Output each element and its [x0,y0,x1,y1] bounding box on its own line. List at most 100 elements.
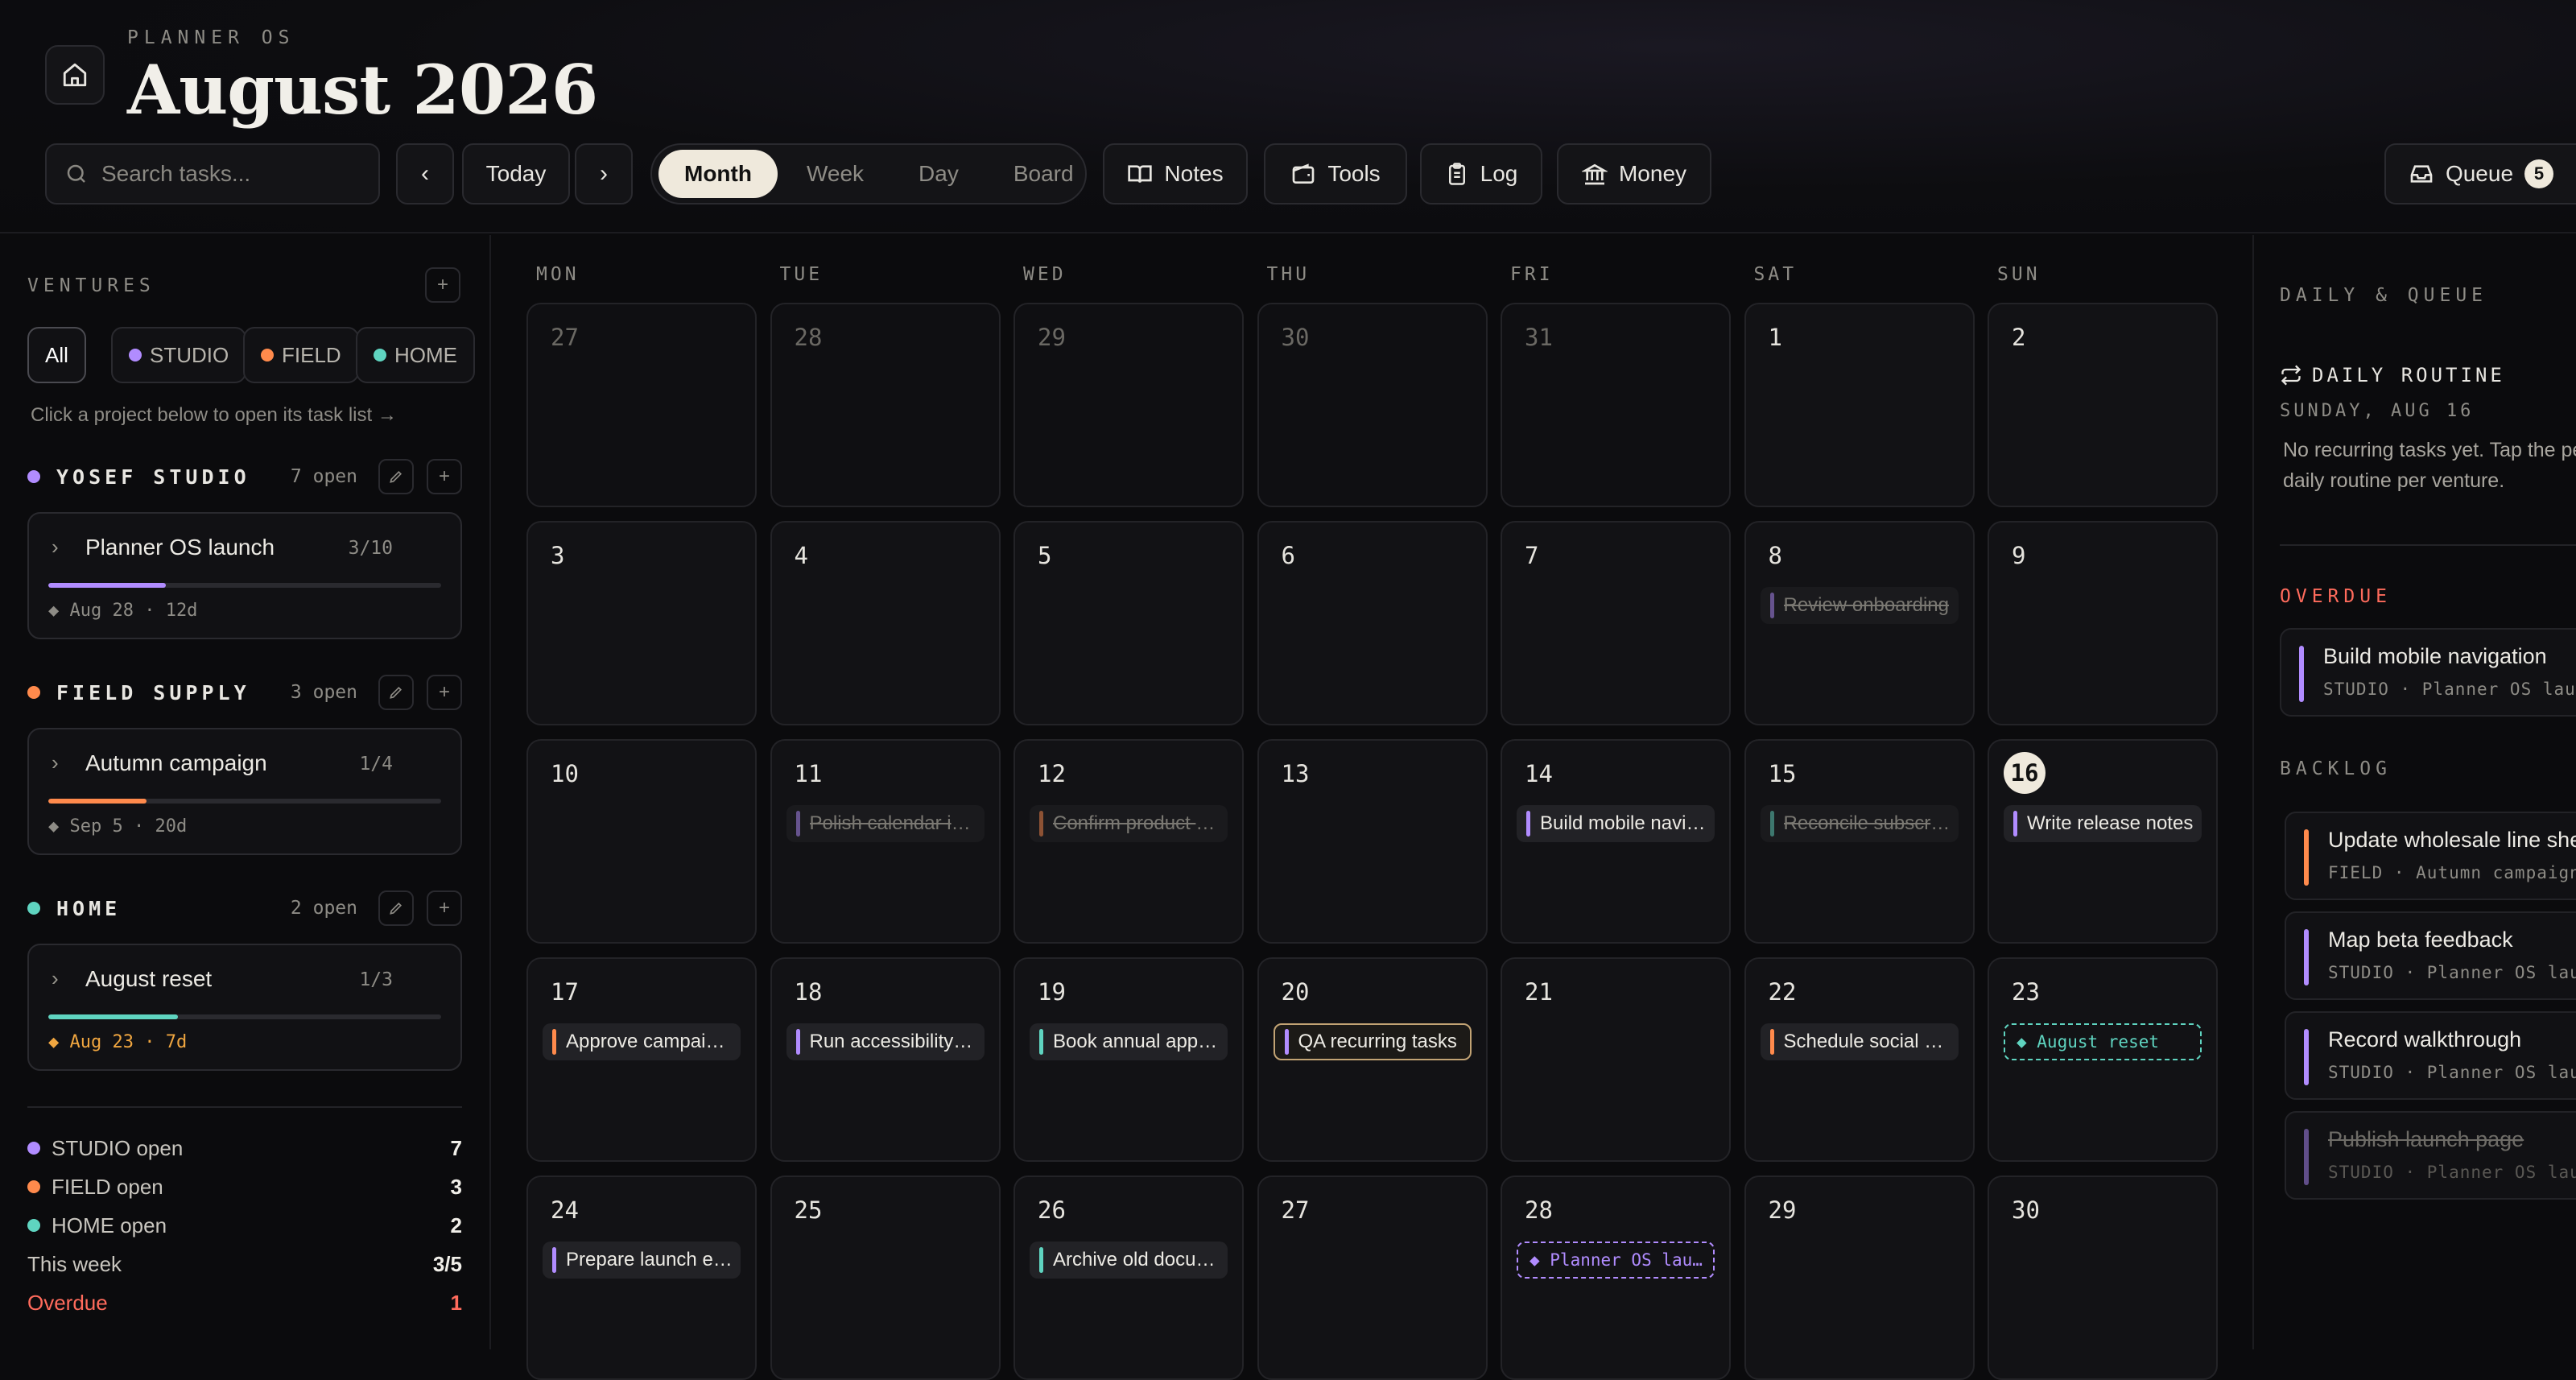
stat-row: FIELD open 3 [27,1171,462,1203]
chevron-left-icon: ‹ [421,160,429,187]
calendar-day-cell[interactable]: 2 [1988,303,2218,507]
queue-task-title: Record walkthrough [2328,1027,2522,1052]
queue-task-card[interactable]: Publish launch page STUDIO · Planner OS l… [2285,1111,2576,1200]
calendar-day-cell[interactable]: 1 [1744,303,1975,507]
view-tab-day[interactable]: Day [893,150,985,198]
calendar-day-cell[interactable]: 21 [1501,957,1731,1162]
add-project-button[interactable]: + [427,459,462,494]
add-venture-button[interactable]: + [425,267,460,303]
queue-task-project: STUDIO · Planner OS launch [2323,680,2576,699]
calendar-day-cell[interactable]: 28 [770,303,1001,507]
tools-button[interactable]: Tools [1264,143,1407,205]
venture-color-bar [1039,1247,1043,1273]
inbox-icon [2410,165,2433,183]
calendar-day-cell[interactable]: 31 [1501,303,1731,507]
calendar-day-cell[interactable]: 4 [770,521,1001,725]
calendar-day-cell[interactable]: 7 [1501,521,1731,725]
task-chip[interactable]: Archive old documents [1030,1242,1228,1279]
filter-pill-studio[interactable]: STUDIO [111,327,247,383]
search-input[interactable] [101,161,359,187]
date-number: 27 [551,324,579,351]
calendar-day-cell[interactable]: 12 Confirm product photos [1013,739,1244,944]
edit-venture-button[interactable] [378,675,414,710]
calendar-day-cell[interactable]: 8 Review onboarding [1744,521,1975,725]
calendar-day-cell[interactable]: 17 Approve campaign brief [526,957,757,1162]
calendar-day-cell[interactable]: 16 Write release notes [1988,739,2218,944]
date-number: 30 [2012,1196,2040,1224]
calendar-day-cell[interactable]: 10 [526,739,757,944]
task-chip[interactable]: Review onboarding [1760,587,1959,624]
search-box[interactable] [45,143,380,205]
calendar-day-cell[interactable]: 20 QA recurring tasks [1257,957,1488,1162]
edit-venture-button[interactable] [378,890,414,926]
milestone-chip[interactable]: ◆ Planner OS launch [1517,1242,1715,1279]
queue-task-card[interactable]: Record walkthrough STUDIO · Planner OS la… [2285,1011,2576,1100]
venture-group-header[interactable]: HOME 2 open + [27,890,462,926]
add-project-button[interactable]: + [427,675,462,710]
task-chip[interactable]: Confirm product photos [1030,805,1228,842]
calendar-day-cell[interactable]: 14 Build mobile navigation [1501,739,1731,944]
calendar-day-cell[interactable]: 6 [1257,521,1488,725]
money-button[interactable]: Money [1557,143,1711,205]
calendar-day-cell[interactable]: 23 ◆ August reset [1988,957,2218,1162]
date-number: 15 [1768,760,1797,787]
book-icon [1128,165,1153,183]
calendar-day-cell[interactable]: 9 [1988,521,2218,725]
date-number: 8 [1768,542,1782,569]
add-project-button[interactable]: + [427,890,462,926]
calendar-day-cell[interactable]: 13 [1257,739,1488,944]
home-button[interactable] [45,45,105,105]
project-card[interactable]: › Planner OS launch 3/10 ◆ Aug 28 · 12d [27,512,462,639]
notes-button[interactable]: Notes [1103,143,1248,205]
prev-month-button[interactable]: ‹ [396,143,454,205]
milestone-chip[interactable]: ◆ August reset [2004,1023,2202,1060]
calendar-day-cell[interactable]: 18 Run accessibility audit [770,957,1001,1162]
daily-routine-label: DAILY ROUTINE [2312,364,2505,386]
date-number: 12 [1038,760,1066,787]
venture-color-bar [795,811,800,837]
filter-pill-home[interactable]: HOME [356,327,475,383]
venture-group-header[interactable]: FIELD SUPPLY 3 open + [27,675,462,710]
chevron-right-icon: › [52,966,59,990]
task-chip[interactable]: Reconcile subscriptions [1760,805,1959,842]
task-chip[interactable]: Write release notes [2004,805,2202,842]
view-tab-board[interactable]: Board [988,150,1100,198]
stat-label: STUDIO open [52,1135,184,1160]
top-header: PLANNER OS August 2026 ‹ Today › MonthWe… [0,0,2576,233]
date-number: 2 [2012,324,2026,351]
calendar-day-cell[interactable]: 19 Book annual appointment [1013,957,1244,1162]
view-tab-month[interactable]: Month [658,150,778,198]
calendar-day-cell[interactable]: 11 Polish calendar interactions [770,739,1001,944]
task-chip[interactable]: Build mobile navigation [1517,805,1715,842]
edit-venture-button[interactable] [378,459,414,494]
venture-color-bar [1284,1029,1289,1055]
log-button[interactable]: Log [1420,143,1542,205]
task-chip[interactable]: Book annual appointment [1030,1023,1228,1060]
task-chip[interactable]: Polish calendar interactions [786,805,985,842]
task-chip[interactable]: Approve campaign brief [543,1023,741,1060]
venture-group-header[interactable]: YOSEF STUDIO 7 open + [27,459,462,494]
calendar-day-cell[interactable]: 27 [526,303,757,507]
today-button[interactable]: Today [462,143,570,205]
view-tab-week[interactable]: Week [781,150,890,198]
calendar-day-cell[interactable]: 30 [1257,303,1488,507]
calendar-day-cell[interactable]: 22 Schedule social posts [1744,957,1975,1162]
queue-button[interactable]: Queue 5 [2384,143,2576,205]
filter-pill-field[interactable]: FIELD [243,327,359,383]
next-month-button[interactable]: › [575,143,633,205]
task-chip[interactable]: Prepare launch email [543,1242,741,1279]
task-chip[interactable]: QA recurring tasks [1273,1023,1472,1060]
filter-pill-all[interactable]: All [27,327,86,383]
queue-task-card[interactable]: Map beta feedback STUDIO · Planner OS lau… [2285,911,2576,1000]
calendar-day-cell[interactable]: 5 [1013,521,1244,725]
calendar-day-cell[interactable]: 29 [1013,303,1244,507]
task-chip[interactable]: Schedule social posts [1760,1023,1959,1060]
project-card[interactable]: › August reset 1/3 ◆ Aug 23 · 7d [27,944,462,1071]
stat-label: FIELD open [52,1174,163,1199]
calendar-day-cell[interactable]: 15 Reconcile subscriptions [1744,739,1975,944]
queue-task-card[interactable]: Build mobile navigation STUDIO · Planner … [2280,628,2576,717]
task-chip[interactable]: Run accessibility audit [786,1023,985,1060]
project-card[interactable]: › Autumn campaign 1/4 ◆ Sep 5 · 20d [27,728,462,855]
calendar-day-cell[interactable]: 3 [526,521,757,725]
queue-task-card[interactable]: Update wholesale line sheet FIELD · Autum… [2285,812,2576,900]
